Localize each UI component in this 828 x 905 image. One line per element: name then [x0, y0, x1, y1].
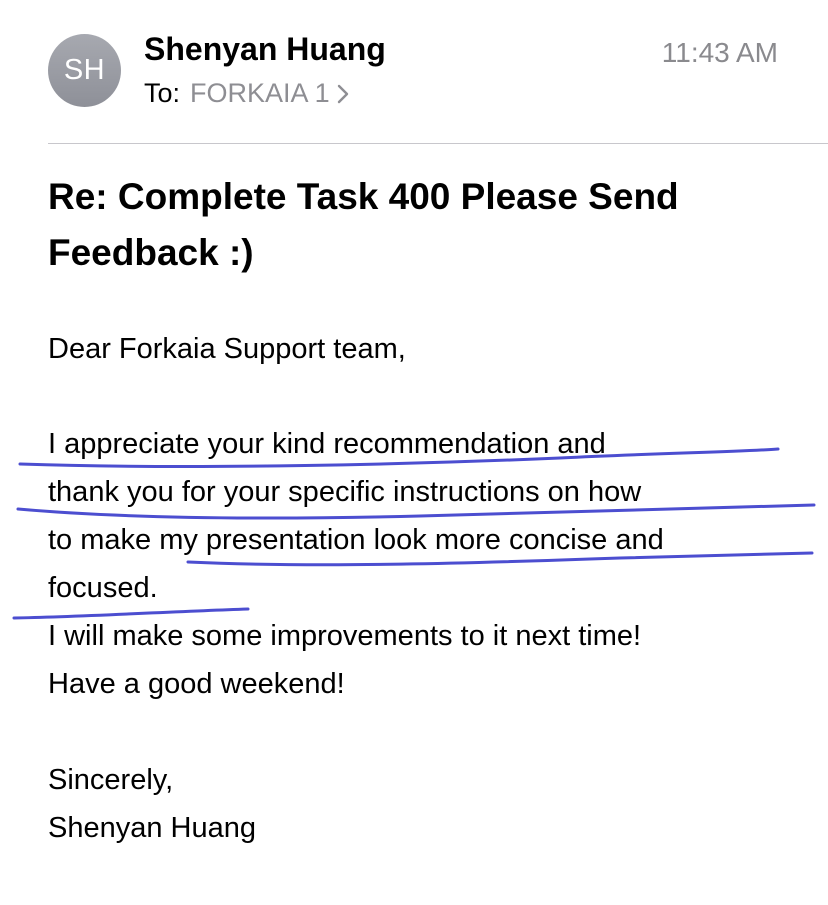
sender-avatar[interactable]: SH — [48, 34, 121, 107]
avatar-initials: SH — [63, 54, 106, 86]
email-view: SH Shenyan Huang To: FORKAIA 1 11:43 AM … — [0, 0, 828, 905]
body-line: Have a good weekend! — [48, 668, 345, 700]
sender-name[interactable]: Shenyan Huang — [144, 31, 386, 68]
body-line: to make my presentation look more concis… — [48, 524, 664, 556]
body-line: I will make some improvements to it next… — [48, 620, 642, 652]
email-subject: Re: Complete Task 400 Please Send Feedba… — [48, 176, 679, 273]
recipient-row: To: FORKAIA 1 — [144, 78, 350, 109]
to-label: To: — [144, 78, 181, 108]
chevron-right-icon — [337, 84, 348, 103]
recipient-link[interactable]: FORKAIA 1 — [190, 78, 350, 109]
body-line: I appreciate your kind recommendation an… — [48, 428, 606, 460]
timestamp: 11:43 AM — [661, 37, 778, 68]
body-line: focused. — [48, 572, 158, 604]
body-line-signoff: Sincerely, — [48, 764, 174, 796]
body-line-signature: Shenyan Huang — [48, 812, 256, 844]
body-line: thank you for your specific instructions… — [48, 476, 642, 508]
header-divider — [48, 143, 828, 144]
recipient-name: FORKAIA 1 — [190, 78, 330, 108]
body-line-greeting: Dear Forkaia Support team, — [48, 333, 406, 365]
